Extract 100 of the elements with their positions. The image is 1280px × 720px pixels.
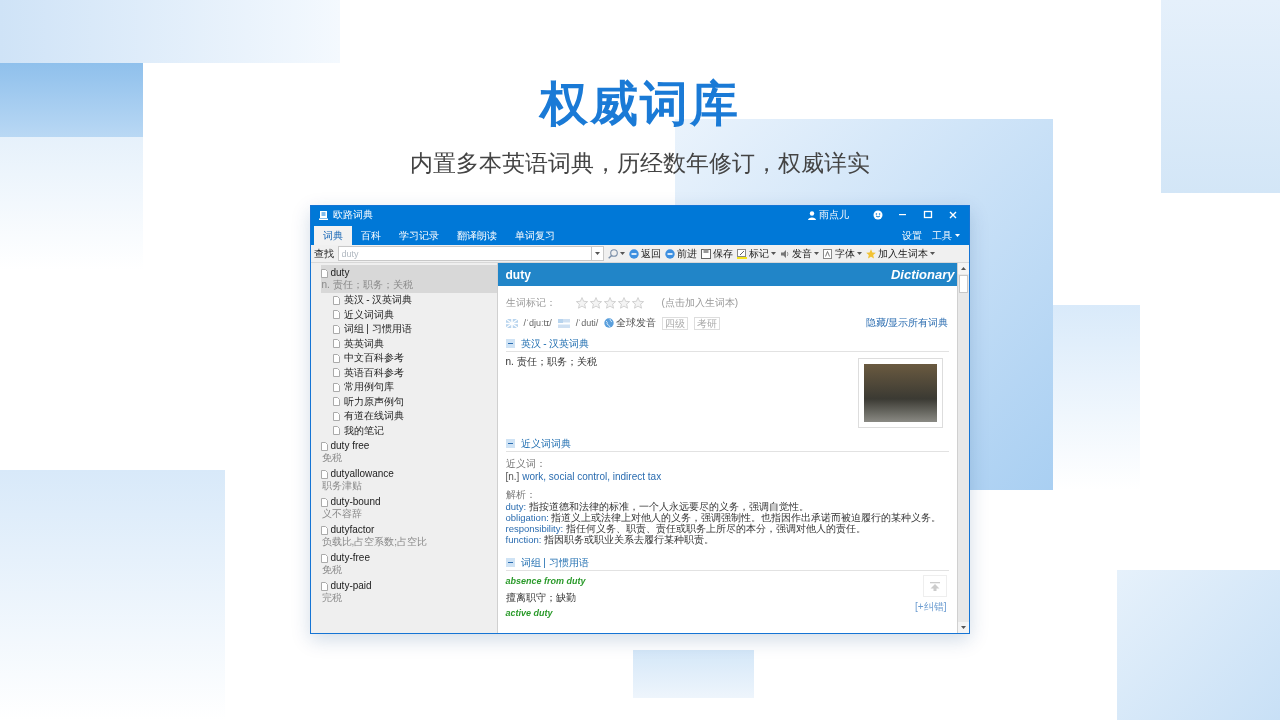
- headword: dutyfactor: [330, 524, 375, 536]
- search-icon: [607, 248, 618, 259]
- page-title: 权威词库: [540, 76, 740, 132]
- dictionary-link[interactable]: 英汉 - 汉英词典: [343, 294, 413, 307]
- toolbar-button[interactable]: 字体: [822, 246, 862, 261]
- toolbar-button[interactable]: 标记: [736, 246, 776, 261]
- scroll-thumb[interactable]: [958, 275, 968, 293]
- entry-word: duty: [505, 267, 531, 282]
- phrase-meaning: 擅离职守；缺勤: [505, 591, 577, 604]
- dictionary-link[interactable]: 常用例句库: [343, 381, 394, 394]
- globe-icon: [604, 318, 615, 328]
- analysis-text: function: 指因职务或职业关系去履行某种职责。: [505, 534, 716, 545]
- phrase-text: active duty: [505, 607, 554, 620]
- page-icon: [320, 525, 328, 535]
- collapse-button[interactable]: [505, 339, 515, 348]
- menu-item[interactable]: 设置: [896, 226, 927, 245]
- collapse-button[interactable]: [505, 439, 515, 448]
- collapse-button[interactable]: [505, 558, 515, 567]
- user-name[interactable]: 雨点儿: [818, 208, 849, 222]
- star-icon[interactable]: [603, 297, 616, 309]
- section-title: 英汉 - 汉英词典: [520, 336, 590, 351]
- page-icon: [320, 497, 328, 507]
- user-icon: [807, 210, 816, 220]
- pronounce-button[interactable]: [557, 318, 570, 328]
- word-list-item[interactable]: duty free 免税: [320, 438, 497, 466]
- back-icon: [628, 248, 639, 259]
- phonetic-text: /ˈdjuːtɪ/: [523, 318, 552, 328]
- tab[interactable]: 单词复习: [505, 226, 564, 245]
- level-tag: 考研: [694, 316, 721, 330]
- headword: dutyallowance: [330, 468, 394, 480]
- definition-text: n. 责任；职务；关税: [505, 355, 597, 369]
- tab[interactable]: 词典: [313, 226, 352, 245]
- word-meaning: 义不容辞: [320, 508, 362, 520]
- page-icon: [320, 469, 328, 479]
- star-icon[interactable]: [589, 297, 602, 309]
- scrollbar[interactable]: [956, 263, 969, 633]
- toolbar-button[interactable]: 发音: [779, 246, 819, 261]
- analysis-text: obligation: 指道义上或法律上对他人的义务，强调强制性。也指因作出承诺而被迫履行的某种义务。: [505, 512, 943, 523]
- field-label: 近义词：: [505, 458, 547, 470]
- window-title: 欧路词典: [332, 208, 373, 222]
- dictionary-link[interactable]: 近义词词典: [343, 308, 394, 321]
- dictionary-link[interactable]: 我的笔记: [343, 424, 384, 437]
- word-list-item[interactable]: duty-paid 完税: [320, 578, 497, 606]
- caret-icon: [594, 252, 600, 255]
- word-list-item[interactable]: duty-bound 义不容辞: [320, 494, 497, 522]
- toolbar-button[interactable]: 加入生词本: [865, 246, 935, 261]
- scroll-up-button[interactable]: [957, 263, 969, 274]
- star-icon[interactable]: [617, 297, 630, 309]
- field-label: 解析：: [505, 489, 537, 501]
- font-icon: [822, 248, 833, 259]
- headword: duty-bound: [330, 496, 381, 508]
- smiley-icon: [872, 210, 883, 220]
- headword: duty-paid: [330, 580, 372, 592]
- dictionary-link[interactable]: 中文百科参考: [343, 352, 404, 365]
- tab[interactable]: 学习记录: [389, 226, 448, 245]
- word-list-item[interactable]: dutyallowance 职务津贴: [320, 466, 497, 494]
- star-icon[interactable]: [631, 297, 644, 309]
- word-list-item[interactable]: duty-free 免税: [320, 550, 497, 578]
- pronounce-button[interactable]: [505, 318, 518, 328]
- close-icon: [947, 210, 958, 220]
- toolbar-button[interactable]: 保存: [700, 246, 733, 261]
- minus-icon: [507, 560, 513, 565]
- page-icon: [320, 268, 328, 278]
- dictionary-link[interactable]: 词组 | 习惯用语: [343, 323, 412, 336]
- star-rating[interactable]: [575, 297, 644, 309]
- toolbar-button[interactable]: 前进: [664, 246, 697, 261]
- uk-flag-icon: [505, 318, 518, 328]
- tab[interactable]: 百科: [351, 226, 390, 245]
- scroll-down-button[interactable]: [957, 622, 969, 633]
- dictionary-link[interactable]: 听力原声例句: [343, 395, 404, 408]
- word-meaning: 免税: [320, 452, 343, 464]
- back-to-top-button[interactable]: [922, 575, 947, 597]
- headword: duty-free: [330, 552, 370, 564]
- word-list-item[interactable]: duty n. 责任；职务；关税: [320, 265, 497, 293]
- forward-icon: [664, 248, 675, 259]
- headword: duty free: [330, 440, 370, 452]
- dictionary-link[interactable]: 英语百科参考: [343, 366, 404, 379]
- word-list-item[interactable]: dutyfactor 负载比,占空系数;占空比: [320, 522, 497, 550]
- page-icon: [320, 581, 328, 591]
- dictionary-link[interactable]: 有道在线词典: [343, 410, 404, 423]
- word-meaning: n. 责任；职务；关税: [320, 279, 414, 291]
- section-title: 近义词词典: [520, 436, 571, 451]
- search-label: 查找: [313, 246, 334, 261]
- search-button[interactable]: [607, 248, 625, 259]
- star-icon[interactable]: [575, 297, 588, 309]
- menu-item[interactable]: 工具: [926, 226, 965, 245]
- page-icon: [320, 553, 328, 563]
- tab[interactable]: 翻译朗读: [447, 226, 506, 245]
- dictionary-label: Dictionary: [890, 267, 955, 282]
- analysis-text: duty: 指按道德和法律的标准，一个人永远要尽的义务，强调自觉性。: [505, 501, 809, 512]
- toggle-dictionaries-link[interactable]: 隐藏/显示所有词典: [865, 316, 949, 330]
- global-pronunciation-button[interactable]: 全球发音: [604, 316, 657, 330]
- word-meaning: 免税: [320, 564, 343, 576]
- word-meaning: 职务津贴: [320, 480, 363, 492]
- analysis-text: responsibility: 指任何义务、职责、责任或职务上所尽的本分，强调对他人的责任。: [505, 523, 867, 534]
- dictionary-link[interactable]: 英英词典: [343, 337, 384, 350]
- toolbar-button[interactable]: 返回: [628, 246, 661, 261]
- word-meaning: 负载比,占空系数;占空比: [320, 536, 429, 548]
- us-flag-icon: [557, 318, 570, 328]
- phonetic-text: /ˈduti/: [575, 318, 599, 328]
